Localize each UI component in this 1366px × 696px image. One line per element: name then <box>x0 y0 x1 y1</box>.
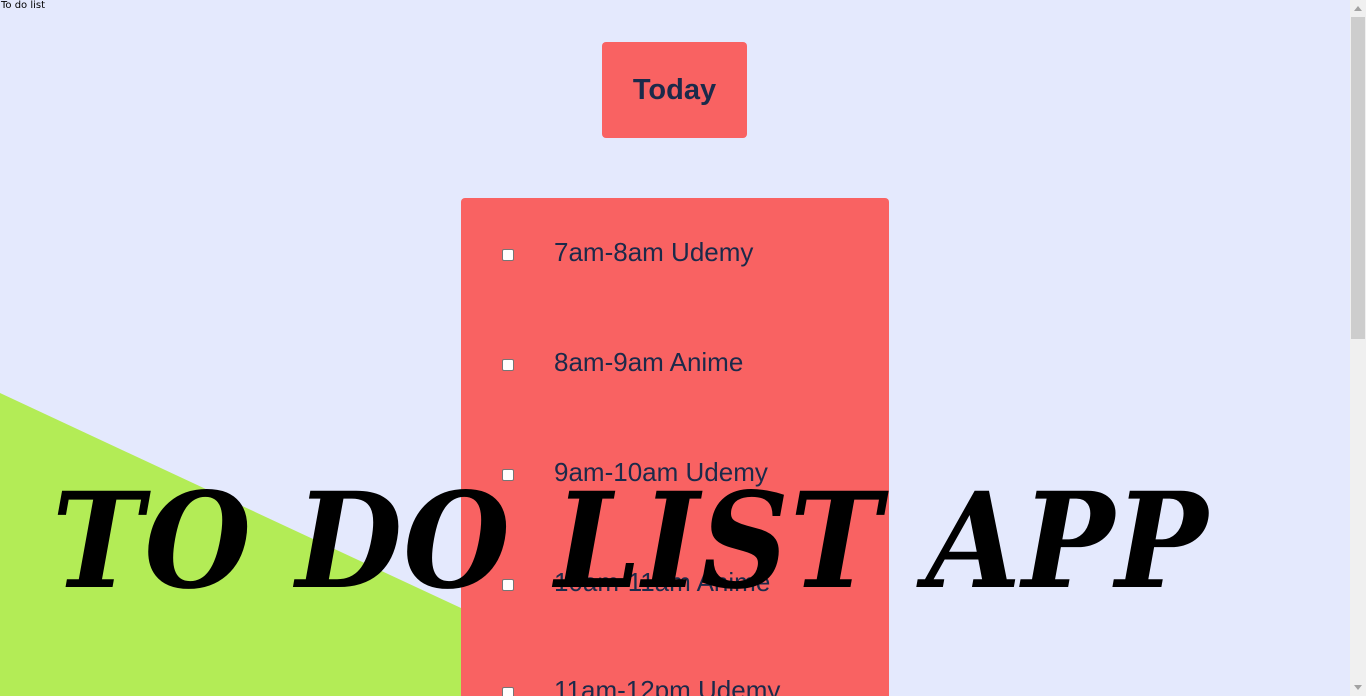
scroll-down-arrow-icon[interactable] <box>1350 679 1366 696</box>
vertical-scrollbar[interactable] <box>1350 0 1366 696</box>
app-title-overlay: TO DO LIST APP <box>52 464 1209 619</box>
task-checkbox[interactable] <box>502 359 514 371</box>
scrollbar-thumb[interactable] <box>1351 17 1365 339</box>
heading-box: Today <box>602 42 747 138</box>
task-label: 7am-8am Udemy <box>554 237 754 267</box>
heading-title: Today <box>632 73 717 106</box>
list-item: 11am-12pm Udemy <box>461 673 889 696</box>
list-item: 7am-8am Udemy <box>461 235 889 275</box>
list-item: 8am-9am Anime <box>461 345 889 385</box>
scroll-up-arrow-icon[interactable] <box>1350 0 1366 17</box>
task-label: 8am-9am Anime <box>554 347 744 377</box>
task-label: 11am-12pm Udemy <box>554 675 781 696</box>
task-checkbox[interactable] <box>502 687 514 696</box>
task-checkbox[interactable] <box>502 249 514 261</box>
